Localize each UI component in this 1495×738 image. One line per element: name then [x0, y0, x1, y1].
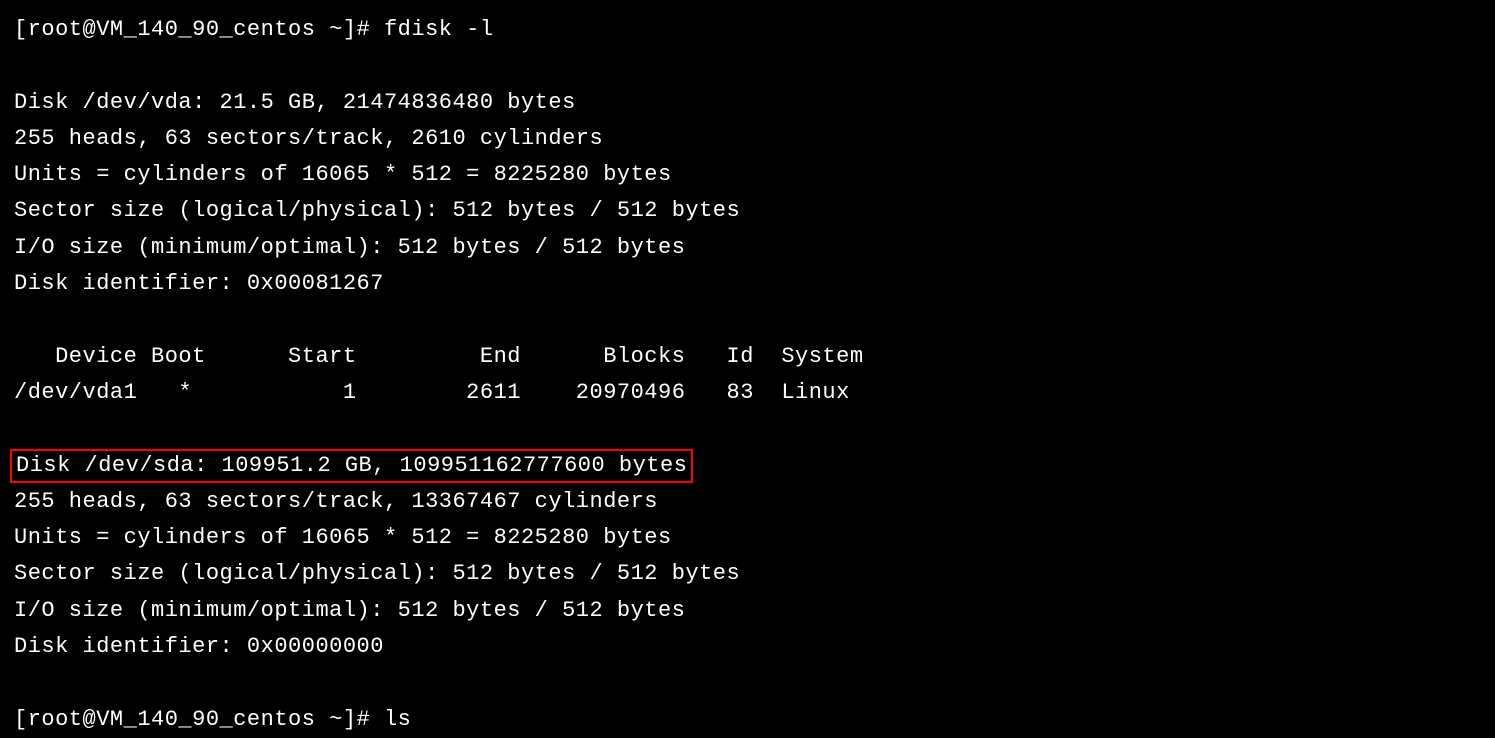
- command-ls: ls: [384, 707, 411, 732]
- blank-line: [14, 411, 1481, 447]
- prompt-line-2: [root@VM_140_90_centos ~]# ls: [14, 702, 1481, 738]
- disk1-sector-size: Sector size (logical/physical): 512 byte…: [14, 193, 1481, 229]
- disk1-identifier: Disk identifier: 0x00081267: [14, 266, 1481, 302]
- disk2-io-size: I/O size (minimum/optimal): 512 bytes / …: [14, 593, 1481, 629]
- blank-line: [14, 302, 1481, 338]
- command-fdisk: fdisk -l: [384, 17, 494, 42]
- prompt-line-1: [root@VM_140_90_centos ~]# fdisk -l: [14, 12, 1481, 48]
- partition-table-header: Device Boot Start End Blocks Id System: [14, 339, 1481, 375]
- disk1-geometry: 255 heads, 63 sectors/track, 2610 cylind…: [14, 121, 1481, 157]
- shell-prompt: [root@VM_140_90_centos ~]#: [14, 17, 384, 42]
- shell-prompt: [root@VM_140_90_centos ~]#: [14, 707, 384, 732]
- disk2-geometry: 255 heads, 63 sectors/track, 13367467 cy…: [14, 484, 1481, 520]
- disk1-io-size: I/O size (minimum/optimal): 512 bytes / …: [14, 230, 1481, 266]
- disk2-summary-highlighted: Disk /dev/sda: 109951.2 GB, 109951162777…: [14, 448, 1481, 484]
- disk2-sector-size: Sector size (logical/physical): 512 byte…: [14, 556, 1481, 592]
- disk1-units: Units = cylinders of 16065 * 512 = 82252…: [14, 157, 1481, 193]
- terminal-output[interactable]: [root@VM_140_90_centos ~]# fdisk -l Disk …: [14, 12, 1481, 738]
- disk2-identifier: Disk identifier: 0x00000000: [14, 629, 1481, 665]
- blank-line: [14, 48, 1481, 84]
- partition-table-row: /dev/vda1 * 1 2611 20970496 83 Linux: [14, 375, 1481, 411]
- blank-line: [14, 665, 1481, 701]
- disk1-summary: Disk /dev/vda: 21.5 GB, 21474836480 byte…: [14, 85, 1481, 121]
- highlight-annotation: Disk /dev/sda: 109951.2 GB, 109951162777…: [10, 449, 693, 484]
- disk2-units: Units = cylinders of 16065 * 512 = 82252…: [14, 520, 1481, 556]
